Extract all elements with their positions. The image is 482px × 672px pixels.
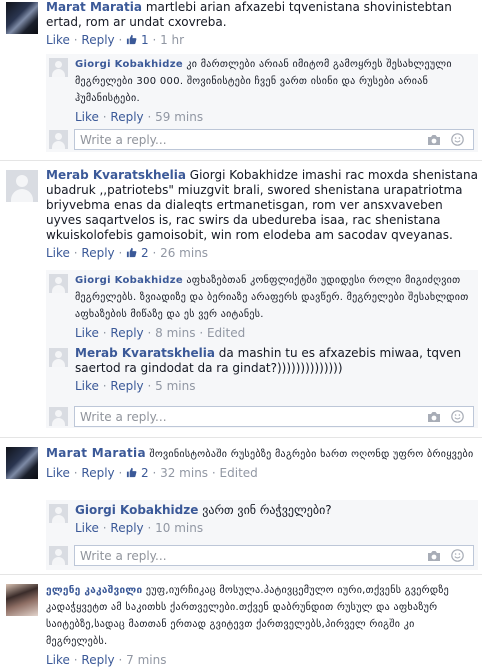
emoji-icon[interactable] xyxy=(451,133,464,146)
reply-placeholder: Write a reply... xyxy=(80,410,167,424)
emoji-icon[interactable] xyxy=(451,410,464,423)
reply-actions: Like · Reply · 10 mins xyxy=(75,521,204,535)
reply-item: Giorgi Kobakhidze აფხაზებთან კონფლიქტში … xyxy=(46,270,478,342)
reply-author[interactable]: Merab Kvaratskhelia xyxy=(75,346,215,360)
like-link[interactable]: Like xyxy=(75,326,99,340)
thread-divider xyxy=(0,437,482,438)
timestamp[interactable]: 8 mins xyxy=(155,326,195,340)
timestamp[interactable]: 7 mins xyxy=(126,653,166,667)
reply-link[interactable]: Reply xyxy=(81,246,114,260)
reply-link[interactable]: Reply xyxy=(110,379,143,393)
reply-actions: Like · Reply · 5 mins xyxy=(75,379,196,393)
reply-composer: Write a reply... xyxy=(46,406,478,428)
reply-link[interactable]: Reply xyxy=(81,653,114,667)
reply-placeholder: Write a reply... xyxy=(80,133,167,147)
thumbs-up-icon xyxy=(127,247,137,258)
replies-section: Giorgi Kobakhidze ვართ ვინ რაჭველები? Li… xyxy=(46,500,478,570)
reply-author[interactable]: Giorgi Kobakhidze xyxy=(75,275,183,286)
timestamp[interactable]: 10 mins xyxy=(155,521,203,535)
avatar[interactable] xyxy=(49,58,68,77)
like-link[interactable]: Like xyxy=(46,653,70,667)
timestamp[interactable]: 1 hr xyxy=(160,33,184,47)
reply-link[interactable]: Reply xyxy=(81,466,114,480)
like-count[interactable]: 1 xyxy=(126,33,149,47)
reply-input[interactable]: Write a reply... xyxy=(74,406,474,427)
avatar[interactable] xyxy=(6,170,38,202)
like-link[interactable]: Like xyxy=(46,466,70,480)
avatar[interactable] xyxy=(6,584,38,616)
comment-author[interactable]: Merab Kvaratskhelia xyxy=(46,168,186,182)
timestamp[interactable]: 26 mins xyxy=(160,246,208,260)
replies-section: Giorgi Kobakhidze კი მართლები არიან იმიტ… xyxy=(46,54,478,152)
timestamp[interactable]: 5 mins xyxy=(155,379,195,393)
reply-author[interactable]: Giorgi Kobakhidze xyxy=(75,503,198,517)
avatar[interactable] xyxy=(6,2,38,34)
edited-label[interactable]: Edited xyxy=(220,466,258,480)
thumbs-up-icon xyxy=(127,467,137,478)
reply-link[interactable]: Reply xyxy=(110,110,143,124)
camera-icon[interactable] xyxy=(427,550,441,562)
reply-item: Merab Kvaratskhelia da mashin tu es afxa… xyxy=(46,344,478,398)
reply-link[interactable]: Reply xyxy=(110,326,143,340)
avatar xyxy=(49,546,68,565)
reply-item: Giorgi Kobakhidze ვართ ვინ რაჭველები? Li… xyxy=(46,500,478,540)
timestamp[interactable]: 32 mins xyxy=(160,466,208,480)
like-link[interactable]: Like xyxy=(75,110,99,124)
comment-actions: Like · Reply · 7 mins xyxy=(46,653,167,667)
edited-label[interactable]: Edited xyxy=(207,326,245,340)
avatar[interactable] xyxy=(49,348,68,367)
camera-icon[interactable] xyxy=(427,411,441,423)
reply-actions: Like · Reply · 8 mins · Edited xyxy=(75,326,246,340)
camera-icon[interactable] xyxy=(427,134,441,146)
like-count[interactable]: 2 xyxy=(126,246,149,260)
timestamp[interactable]: 59 mins xyxy=(155,110,203,124)
avatar[interactable] xyxy=(6,447,38,479)
reply-input[interactable]: Write a reply... xyxy=(74,129,474,150)
comment-actions: Like · Reply · 2 · 32 mins · Edited xyxy=(46,466,258,480)
avatar[interactable] xyxy=(49,504,68,523)
reply-composer: Write a reply... xyxy=(46,129,478,151)
thumbs-up-icon xyxy=(127,34,137,45)
comment-author[interactable]: ელენე კაკაშვილი xyxy=(46,585,142,596)
thread-divider xyxy=(0,574,482,575)
comment-text: შოვინისტობაში რუსებზე მაგრები ხართ ოღონდ… xyxy=(149,449,474,460)
like-count[interactable]: 2 xyxy=(126,466,149,480)
comment-actions: Like · Reply · 1 · 1 hr xyxy=(46,33,185,47)
like-link[interactable]: Like xyxy=(75,521,99,535)
thread-divider xyxy=(0,160,482,161)
reply-input[interactable]: Write a reply... xyxy=(74,545,474,566)
comment-author[interactable]: Marat Maratia xyxy=(46,446,146,460)
avatar xyxy=(49,130,68,149)
reply-author[interactable]: Giorgi Kobakhidze xyxy=(75,59,183,70)
reply-composer: Write a reply... xyxy=(46,545,478,567)
reply-link[interactable]: Reply xyxy=(81,33,114,47)
like-link[interactable]: Like xyxy=(46,33,70,47)
reply-placeholder: Write a reply... xyxy=(80,549,167,563)
like-link[interactable]: Like xyxy=(46,246,70,260)
replies-section: Giorgi Kobakhidze აფხაზებთან კონფლიქტში … xyxy=(46,270,478,428)
avatar xyxy=(49,407,68,426)
like-link[interactable]: Like xyxy=(75,379,99,393)
emoji-icon[interactable] xyxy=(451,549,464,562)
reply-text: ვართ ვინ რაჭველები? xyxy=(202,503,332,517)
reply-actions: Like · Reply · 59 mins xyxy=(75,110,204,124)
comment-actions: Like · Reply · 2 · 26 mins xyxy=(46,246,209,260)
avatar[interactable] xyxy=(49,274,68,293)
comment-author[interactable]: Marat Maratia xyxy=(46,0,142,14)
reply-item: Giorgi Kobakhidze კი მართლები არიან იმიტ… xyxy=(46,54,478,124)
reply-link[interactable]: Reply xyxy=(110,521,143,535)
